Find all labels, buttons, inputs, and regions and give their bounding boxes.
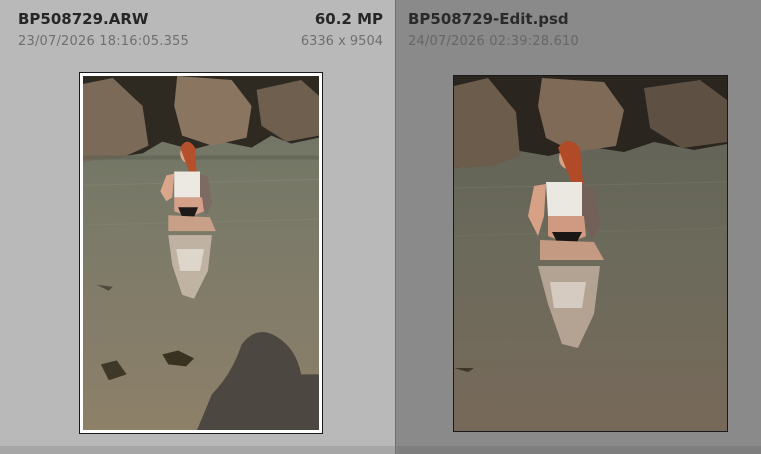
compare-cell-select[interactable]: BP508729.ARW 23/07/2026 18:16:05.355 60.… xyxy=(0,0,396,454)
selected-photo-frame[interactable] xyxy=(79,72,323,434)
capture-datetime-label: 23/07/2026 18:16:05.355 xyxy=(18,34,189,49)
dimensions-label: 6336 x 9504 xyxy=(300,34,383,49)
filename-label: BP508729.ARW xyxy=(18,10,149,28)
compare-cell-candidate[interactable]: BP508729-Edit.psd 24/07/2026 02:39:28.61… xyxy=(397,0,761,454)
cell-bottom-bar xyxy=(397,446,761,454)
photo-info-header: BP508729-Edit.psd 24/07/2026 02:39:28.61… xyxy=(397,0,761,60)
photo-thumbnail-select[interactable] xyxy=(83,76,319,430)
filename-label: BP508729-Edit.psd xyxy=(408,10,569,28)
photo-image xyxy=(83,76,319,430)
megapixels-label: 60.2 MP xyxy=(314,10,383,28)
capture-datetime-label: 24/07/2026 02:39:28.610 xyxy=(408,34,579,49)
candidate-photo-frame[interactable] xyxy=(453,75,728,432)
photo-image xyxy=(454,76,727,431)
photo-info-header: BP508729.ARW 23/07/2026 18:16:05.355 60.… xyxy=(0,0,395,60)
cell-bottom-bar xyxy=(0,446,395,454)
photo-thumbnail-candidate[interactable] xyxy=(454,76,727,431)
